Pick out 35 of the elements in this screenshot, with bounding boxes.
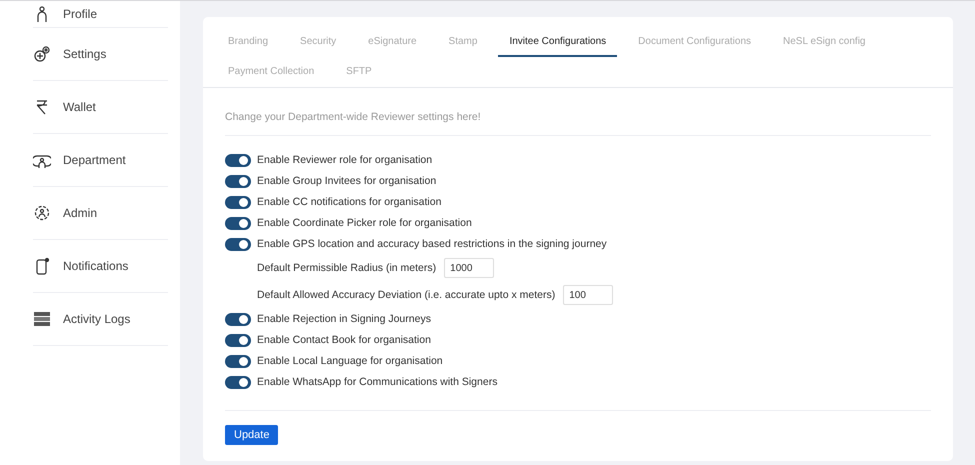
tab[interactable]: Invitee Configurations <box>498 27 618 57</box>
setting-label: Enable WhatsApp for Communications with Signers <box>257 376 498 388</box>
setting-label: Enable CC notifications for organisation <box>257 196 442 208</box>
toggle-switch[interactable] <box>225 154 251 166</box>
sidebar-item[interactable]: Department <box>63 153 126 167</box>
toggle-switch[interactable] <box>225 312 251 326</box>
sidebar-item[interactable]: Profile <box>63 7 98 21</box>
input-field[interactable]: 100 <box>563 285 614 305</box>
settings-icon <box>33 45 51 63</box>
toggle-switch[interactable] <box>225 334 251 346</box>
input-field[interactable]: 1000 <box>444 258 494 278</box>
setting-label: Enable Coordinate Picker role for organisation <box>257 217 472 229</box>
setting-label: Enable Local Language for organisation <box>257 355 443 367</box>
sidebar-item[interactable]: Wallet <box>63 100 96 114</box>
sidebar-item[interactable]: Settings <box>63 47 106 61</box>
toggle-switch[interactable] <box>225 376 251 388</box>
setting-label: Enable Reviewer role for organisation <box>257 154 432 166</box>
admin-icon <box>33 204 51 222</box>
setting-label: Enable Group Invitees for organisation <box>257 175 436 187</box>
setting-label: Enable Contact Book for organisation <box>257 334 431 346</box>
toggle-switch[interactable] <box>225 354 251 368</box>
sidebar-item[interactable]: Notifications <box>63 259 128 273</box>
field-label: Default Permissible Radius (in meters) <box>257 262 436 274</box>
server-icon <box>33 310 51 328</box>
sidebar-item[interactable]: Activity Logs <box>63 312 130 326</box>
section-description: Change your Department-wide Reviewer settings here! <box>225 88 931 136</box>
toggle-switch[interactable] <box>225 238 251 250</box>
sidebar-item[interactable]: Admin <box>63 206 98 220</box>
field-label: Default Allowed Accuracy Deviation (i.e. accurate upto x meters) <box>257 289 556 301</box>
toggle-switch[interactable] <box>225 216 251 230</box>
toggle-switch[interactable] <box>225 174 251 188</box>
toggle-switch[interactable] <box>225 196 251 208</box>
setting-label: Enable Rejection in Signing Journeys <box>257 313 431 325</box>
setting-label: Enable GPS location and accuracy based restrictions in the signing journey <box>257 238 607 250</box>
update-button[interactable]: Update <box>225 425 278 445</box>
